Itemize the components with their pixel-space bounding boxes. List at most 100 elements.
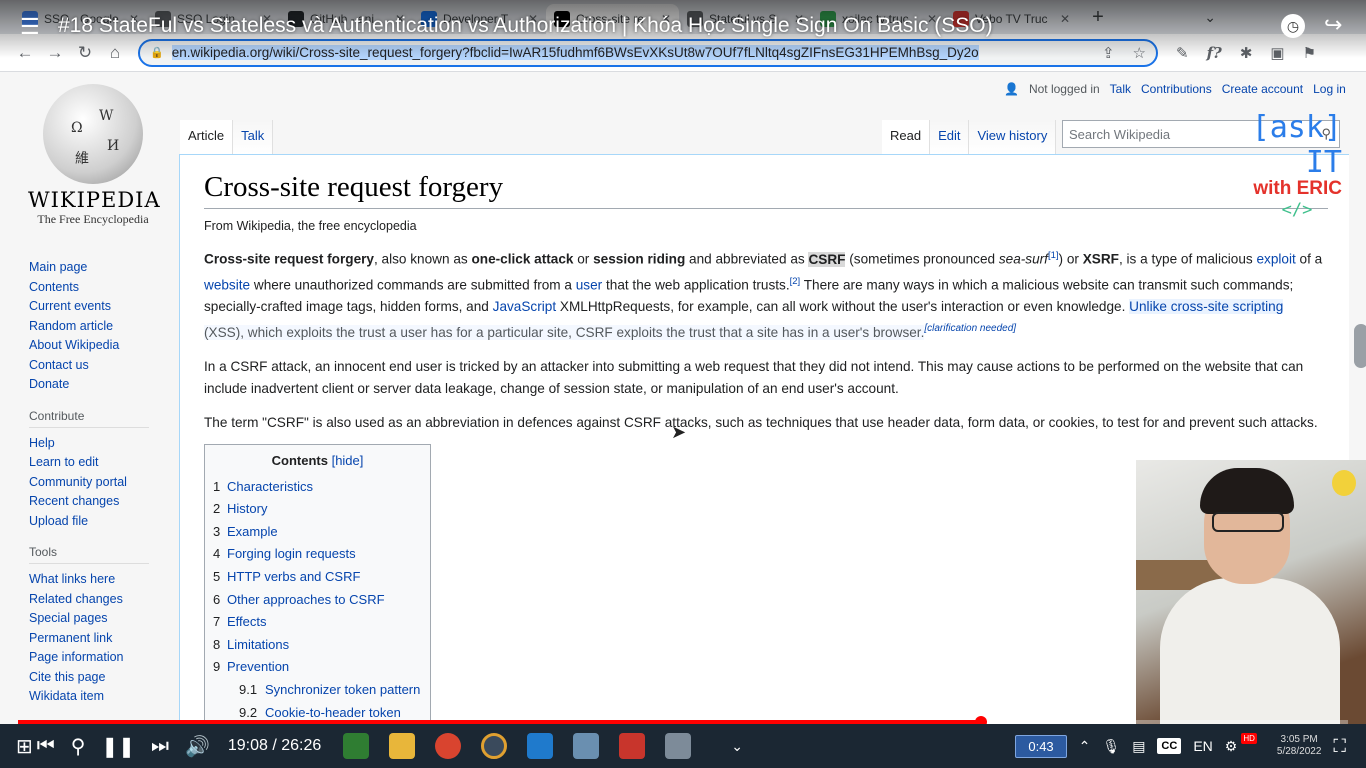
toc-item[interactable]: 3 Example [213,521,422,544]
sidebar-tools-link[interactable]: What links here [29,570,179,590]
share-page-icon[interactable]: ⇪ [1102,44,1115,62]
vscode-icon[interactable] [527,733,554,759]
settings-gear-icon[interactable]: ⚙ [1225,738,1238,755]
sidebar-main-link[interactable]: About Wikipedia [29,336,179,356]
website-link[interactable]: website [204,277,250,292]
excel-app-icon[interactable] [343,733,370,759]
toc-item[interactable]: 1 Characteristics [213,476,422,499]
user-link[interactable]: user [576,277,602,292]
wikipedia-logo[interactable]: Ω W И 維 WIKIPEDIA The Free Encyclopedia [28,84,160,227]
tab-edit[interactable]: Edit [930,120,970,154]
sidebar-main-link[interactable]: Contents [29,278,179,298]
toc-label[interactable]: HTTP verbs and CSRF [227,566,360,589]
toc-label[interactable]: Forging login requests [227,543,356,566]
toc-label[interactable]: Synchronizer token pattern [265,679,420,702]
toc-label[interactable]: Limitations [227,634,289,657]
browser-tab[interactable]: xoilac tv truc ✕ [812,4,945,34]
browser-tab[interactable]: Developer T ✕ [413,4,546,34]
presenter-app-icon[interactable] [619,733,646,759]
sidebar-contribute-link[interactable]: Recent changes [29,492,179,512]
sidebar-main-link[interactable]: Random article [29,317,179,337]
extensions-icon[interactable]: ✱ [1240,44,1253,62]
previous-icon[interactable]: ⏮ [37,735,55,758]
back-icon[interactable]: ← [10,43,40,63]
lock-icon[interactable]: 🔒 [150,46,164,59]
tab-close-icon[interactable]: ✕ [927,12,937,26]
sidebar-main-link[interactable]: Contact us [29,356,179,376]
taskbar-clock[interactable]: 3:05 PM 5/28/2022 [1277,734,1322,758]
forward-icon[interactable]: → [40,43,70,63]
browser-tab[interactable]: GitHub - ani ✕ [280,4,413,34]
login-link[interactable]: Log in [1313,82,1346,96]
microphone-icon[interactable]: 🎙 [1102,738,1120,755]
language-indicator[interactable]: EN [1193,738,1212,754]
tab-close-icon[interactable]: ✕ [528,12,538,26]
toc-label[interactable]: Effects [227,611,267,634]
xss-link[interactable]: Unlike cross-site scripting [1129,299,1284,315]
toc-item[interactable]: 8 Limitations [213,634,422,657]
citation-1[interactable]: [1] [1048,250,1059,261]
toc-item[interactable]: 9.1 Synchronizer token pattern [213,679,422,702]
volume-icon[interactable]: 🔊 [185,734,210,759]
url-text[interactable]: en.wikipedia.org/wiki/Cross-site_request… [171,45,979,60]
sidebar-main-link[interactable]: Current events [29,297,179,317]
side-panel-icon[interactable]: ▣ [1270,44,1284,62]
toc-item[interactable]: 9 Prevention [213,656,422,679]
sidebar-tools-link[interactable]: Wikidata item [29,687,179,707]
toc-item[interactable]: 2 History [213,498,422,521]
talk-link[interactable]: Talk [1110,82,1131,96]
javascript-link[interactable]: JavaScript [493,299,556,314]
tab-close-icon[interactable]: ✕ [1060,12,1070,26]
browser-tab[interactable]: Stateful vs S ✕ [679,4,812,34]
address-bar[interactable]: 🔒 en.wikipedia.org/wiki/Cross-site_reque… [138,38,1158,67]
time-chip[interactable]: 0:43 [1015,734,1067,758]
sidebar-tools-link[interactable]: Special pages [29,609,179,629]
sidebar-contribute-link[interactable]: Learn to edit [29,453,179,473]
home-icon[interactable]: ⌂ [100,43,130,63]
toc-item[interactable]: 7 Effects [213,611,422,634]
browser-tab[interactable]: SSO Login ✕ [147,4,280,34]
next-icon[interactable]: ⏭ [151,735,169,758]
exploit-link[interactable]: exploit [1256,252,1295,267]
chrome-icon[interactable] [435,733,462,759]
formula-extension-icon[interactable]: f? [1207,44,1222,62]
tab-search-chevron-icon[interactable]: ⌄ [1204,9,1216,26]
bookmark-star-icon[interactable]: ☆ [1133,44,1146,62]
browser-tab[interactable]: Vebo TV Truc ✕ [945,4,1078,34]
fullscreen-icon[interactable]: ⛶ [1333,736,1346,757]
tab-close-icon[interactable]: ✕ [794,12,804,26]
tab-read[interactable]: Read [882,120,931,154]
sidebar-contribute-link[interactable]: Upload file [29,512,179,532]
chevron-down-icon[interactable]: ⌄ [731,738,743,755]
tab-close-icon[interactable]: ✕ [129,12,139,26]
windows-start-icon[interactable]: ⊞ [16,734,33,759]
chrome-profile-icon[interactable] [481,733,508,759]
tab-talk[interactable]: Talk [233,120,274,154]
eyedropper-icon[interactable]: ✎ [1176,44,1189,62]
tray-up-arrow-icon[interactable]: ⌃ [1079,738,1091,755]
toc-item[interactable]: 6 Other approaches to CSRF [213,589,422,612]
tab-view-history[interactable]: View history [969,120,1057,154]
tab-close-icon[interactable]: ✕ [262,12,272,26]
sidebar-tools-link[interactable]: Related changes [29,590,179,610]
toc-label[interactable]: Prevention [227,656,289,679]
clarification-needed[interactable]: [clarification needed] [924,323,1016,334]
tab-close-icon[interactable]: ✕ [661,12,671,26]
toc-item[interactable]: 4 Forging login requests [213,543,422,566]
reload-icon[interactable]: ↻ [70,43,100,63]
captions-icon[interactable]: CC [1157,738,1182,754]
sidebar-main-link[interactable]: Main page [29,258,179,278]
search-taskbar-icon[interactable]: ⚲ [71,734,86,759]
sidebar-contribute-link[interactable]: Community portal [29,473,179,493]
new-tab-button[interactable]: + [1084,6,1112,29]
toc-label[interactable]: Other approaches to CSRF [227,589,385,612]
sidebar-main-link[interactable]: Donate [29,375,179,395]
sidebar-tools-link[interactable]: Permanent link [29,629,179,649]
browser-tab[interactable]: SSO - Google ✕ [14,4,147,34]
tab-article[interactable]: Article [180,120,234,154]
create-account-link[interactable]: Create account [1222,82,1303,96]
notes-app-icon[interactable] [573,733,600,759]
toc-hide-link[interactable]: [hide] [332,453,364,468]
toc-label[interactable]: History [227,498,267,521]
contributions-link[interactable]: Contributions [1141,82,1212,96]
